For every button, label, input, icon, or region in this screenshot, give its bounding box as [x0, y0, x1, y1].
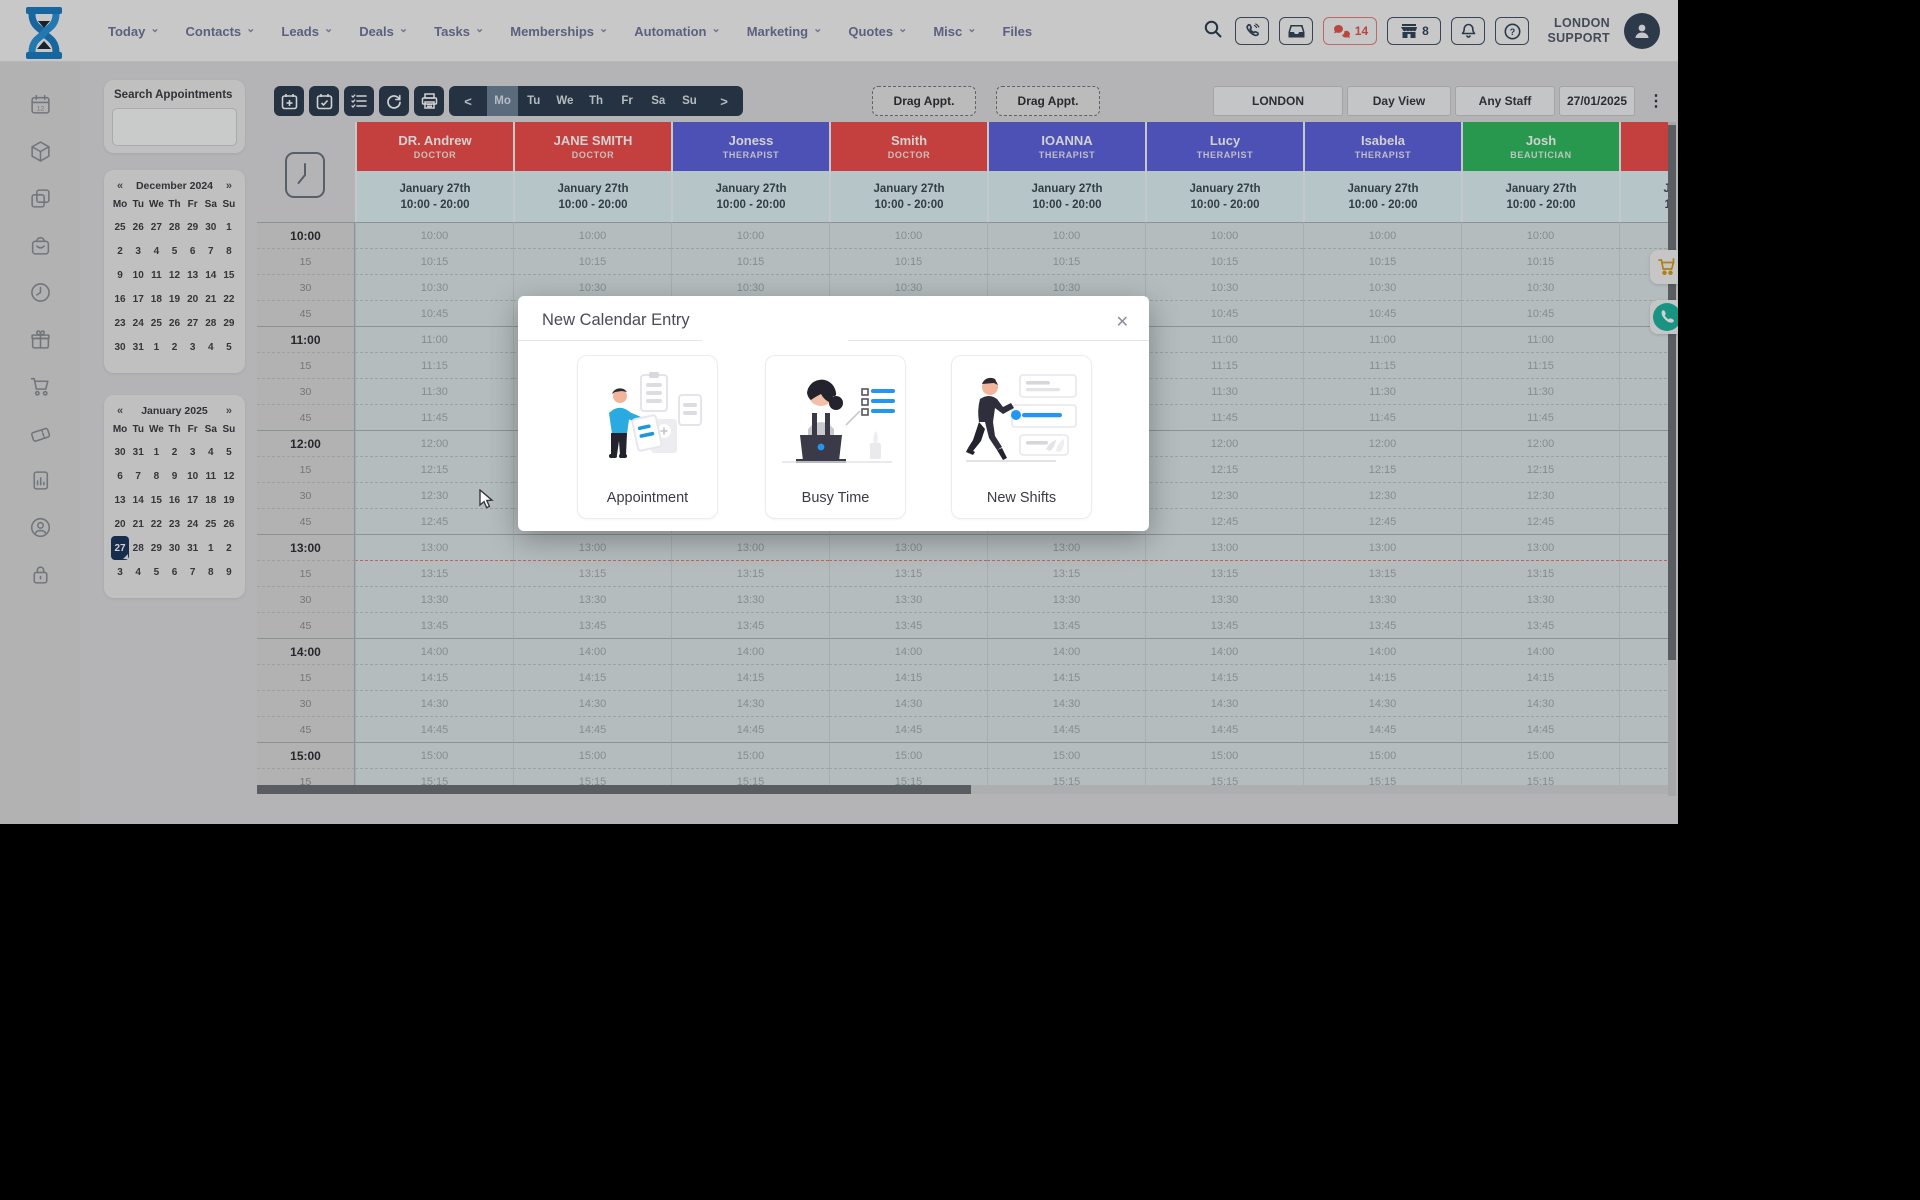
new-shifts-option-card[interactable]: New Shifts — [951, 355, 1092, 519]
divider — [848, 340, 1149, 341]
app-window: Today⌄Contacts⌄Leads⌄Deals⌄Tasks⌄Members… — [0, 0, 1678, 824]
appointment-option-label: Appointment — [578, 490, 717, 506]
appointment-option-card[interactable]: Appointment — [577, 355, 718, 519]
new-shifts-option-label: New Shifts — [952, 490, 1091, 506]
close-icon[interactable]: ✕ — [1112, 308, 1133, 336]
busy-time-option-label: Busy Time — [766, 490, 905, 506]
appointment-illustration — [578, 364, 719, 482]
new-calendar-entry-modal: New Calendar Entry ✕ — [518, 296, 1149, 531]
busy-time-option-card[interactable]: Busy Time — [765, 355, 906, 519]
divider — [518, 340, 702, 341]
mouse-cursor — [478, 489, 496, 514]
modal-title: New Calendar Entry — [542, 311, 690, 330]
new-shifts-illustration — [952, 364, 1093, 482]
busy-time-illustration — [766, 364, 907, 482]
